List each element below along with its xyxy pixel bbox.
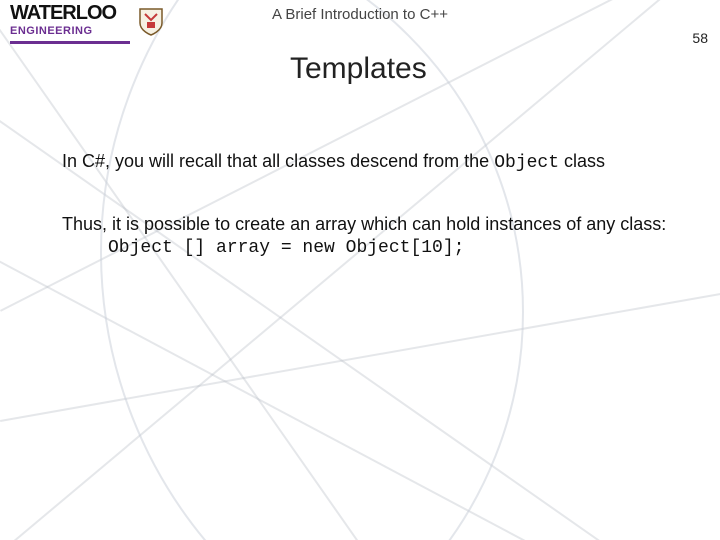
code-line: Object [] array = new Object[10]; xyxy=(108,237,464,260)
para1-post: class xyxy=(559,151,605,171)
logo-bottom: ENGINEERING xyxy=(10,22,130,40)
crest-icon xyxy=(138,7,164,42)
slide-title: Templates xyxy=(290,52,427,86)
logo-wordmark: WATERLOO ENGINEERING xyxy=(10,4,130,44)
para1-inline-code: Object xyxy=(494,153,559,173)
document-title: A Brief Introduction to C++ xyxy=(272,6,448,23)
logo-top: WATERLOO xyxy=(10,2,116,24)
paragraph-2: Thus, it is possible to create an array … xyxy=(62,213,680,236)
paragraph-1: In C#, you will recall that all classes … xyxy=(62,150,680,175)
para1-pre: In C#, you will recall that all classes … xyxy=(62,151,494,171)
page-number: 58 xyxy=(692,30,708,46)
